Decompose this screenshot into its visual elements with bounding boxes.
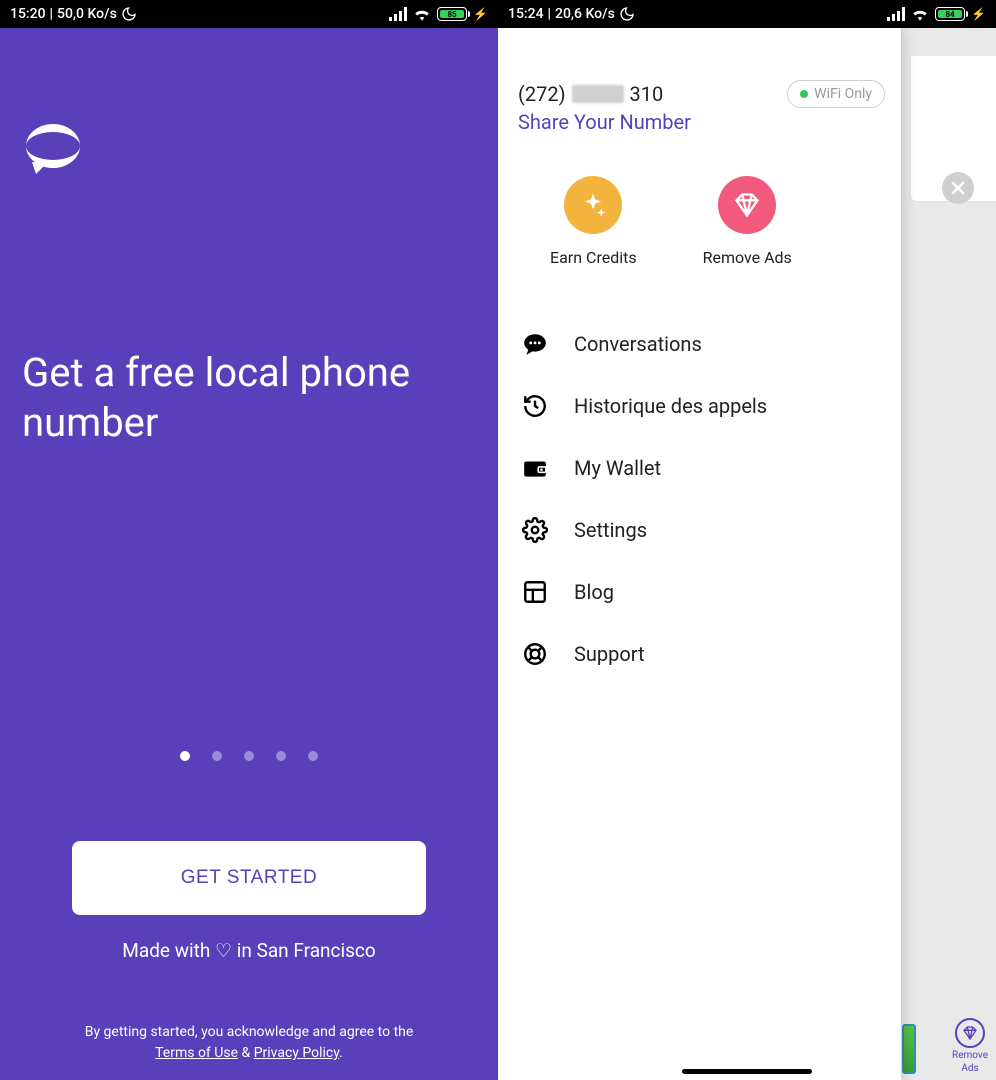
remove-ads-button[interactable]: Remove Ads (703, 176, 792, 267)
menu-label: Conversations (574, 332, 702, 356)
dot-3[interactable] (276, 751, 286, 761)
get-started-button[interactable]: GET STARTED (72, 841, 426, 915)
remove-ads-corner[interactable]: Remove Ads (952, 1018, 988, 1074)
wifi-icon (911, 7, 929, 21)
share-number-link[interactable]: Share Your Number (518, 110, 881, 134)
dot-2[interactable] (244, 751, 254, 761)
menu-blog[interactable]: Blog (498, 561, 901, 623)
remove-ads-label: Remove Ads (703, 248, 792, 267)
drawer-screen: 15:24 | 20,6 Ko/s 84 ⚡ (498, 0, 996, 1080)
signal-icon (887, 7, 905, 21)
navigation-drawer: (272) 310 Share Your Number WiFi Only Ea… (498, 28, 901, 1080)
support-icon (522, 641, 548, 667)
history-icon (522, 393, 548, 419)
charging-icon: ⚡ (971, 7, 986, 21)
wifi-icon (413, 7, 431, 21)
status-sep: | (50, 6, 53, 22)
wifi-chip-label: WiFi Only (814, 86, 872, 102)
menu-settings[interactable]: Settings (498, 499, 901, 561)
moon-icon (121, 6, 137, 22)
phone-area: (272) (518, 82, 566, 106)
status-sep: | (548, 6, 551, 22)
menu-label: Historique des appels (574, 394, 767, 418)
charging-icon: ⚡ (473, 7, 488, 21)
battery-level: 84 (938, 10, 962, 18)
menu-label: Settings (574, 518, 647, 542)
earn-credits-button[interactable]: Earn Credits (550, 176, 637, 267)
menu-label: Blog (574, 580, 614, 604)
status-bar-left: 15:20 | 50,0 Ko/s 85 ⚡ (0, 0, 498, 28)
terms-link[interactable]: Terms of Use (155, 1045, 238, 1061)
signal-icon (389, 7, 407, 21)
blog-icon (522, 579, 548, 605)
disclaimer-amp: & (241, 1045, 250, 1061)
sparkle-icon (564, 176, 622, 234)
chat-icon (522, 331, 548, 357)
menu-label: My Wallet (574, 456, 661, 480)
moon-icon (619, 6, 635, 22)
status-rate: 50,0 Ko/s (57, 6, 117, 22)
nav-handle[interactable] (682, 1069, 812, 1074)
earn-credits-label: Earn Credits (550, 248, 637, 267)
disclaimer-text: By getting started, you acknowledge and … (22, 1022, 476, 1064)
onboarding-content: Get a free local phone number GET STARTE… (0, 28, 498, 1080)
close-icon[interactable] (942, 172, 974, 204)
menu-label: Support (574, 642, 645, 666)
battery-level: 85 (440, 10, 464, 18)
onboarding-headline: Get a free local phone number (22, 348, 476, 448)
phone-masked (572, 85, 624, 103)
page-dots[interactable] (22, 751, 476, 761)
phone-last: 310 (630, 82, 664, 106)
status-time: 15:24 (508, 6, 544, 22)
status-bar-right: 15:24 | 20,6 Ko/s 84 ⚡ (498, 0, 996, 28)
menu-call-history[interactable]: Historique des appels (498, 375, 901, 437)
disclaimer-intro: By getting started, you acknowledge and … (85, 1024, 414, 1040)
dot-1[interactable] (212, 751, 222, 761)
dot-4[interactable] (308, 751, 318, 761)
status-rate: 20,6 Ko/s (555, 6, 615, 22)
wifi-only-chip[interactable]: WiFi Only (787, 80, 885, 108)
diamond-icon (955, 1018, 985, 1048)
gear-icon (522, 517, 548, 543)
made-with-label: Made with ♡ in San Francisco (22, 939, 476, 962)
menu-conversations[interactable]: Conversations (498, 313, 901, 375)
battery-icon: 85 (437, 7, 467, 21)
battery-icon: 84 (935, 7, 965, 21)
diamond-icon (718, 176, 776, 234)
menu-support[interactable]: Support (498, 623, 901, 685)
privacy-link[interactable]: Privacy Policy (254, 1045, 339, 1061)
remove-label-2: Ads (961, 1063, 978, 1074)
app-logo-icon (22, 118, 476, 178)
remove-label-1: Remove (952, 1050, 988, 1061)
dot-0[interactable] (180, 751, 190, 761)
wallet-icon (522, 455, 548, 481)
menu-wallet[interactable]: My Wallet (498, 437, 901, 499)
ad-strip[interactable] (902, 1024, 916, 1074)
drawer-menu: Conversations Historique des appels My W… (498, 313, 901, 685)
status-time: 15:20 (10, 6, 46, 22)
onboarding-screen: 15:20 | 50,0 Ko/s 85 ⚡ (0, 0, 498, 1080)
